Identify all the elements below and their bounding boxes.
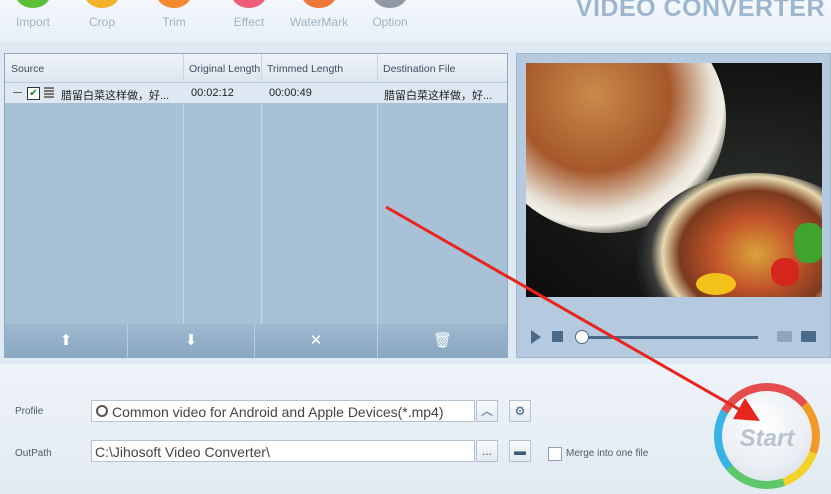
annotation-arrow (385, 205, 760, 421)
